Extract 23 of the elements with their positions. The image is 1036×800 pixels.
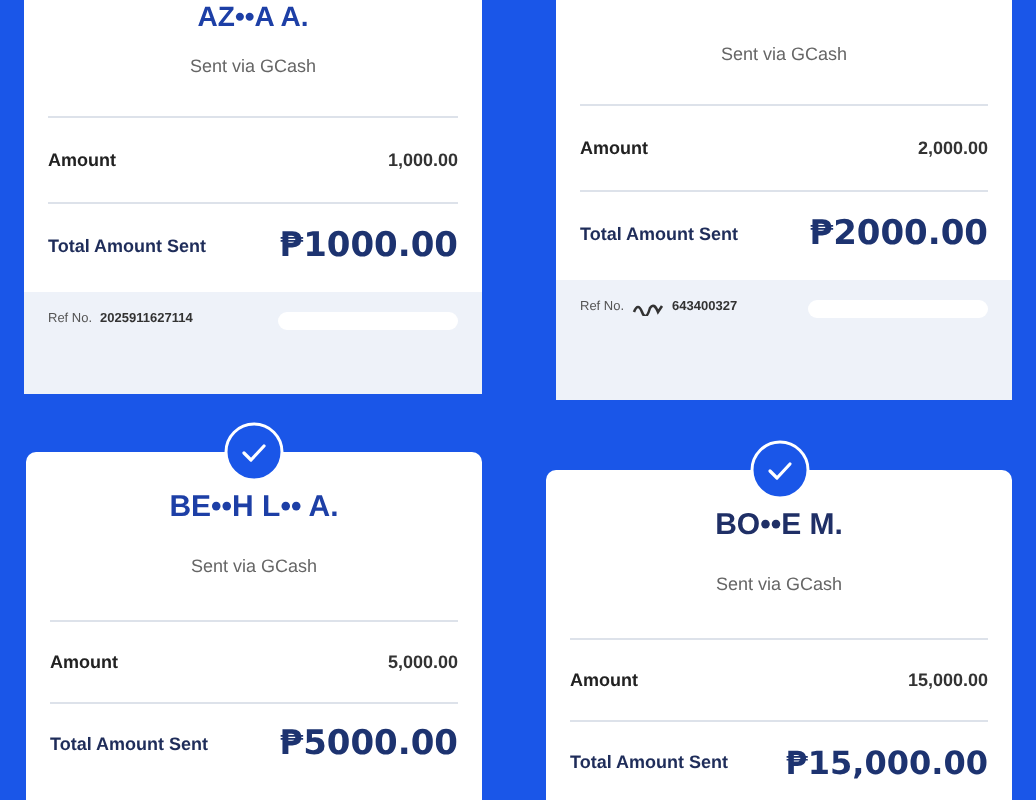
amount-value: 15,000.00 <box>907 670 988 690</box>
recipient-name: AZ••A A. <box>197 0 309 32</box>
total-label: Total Amount Sent <box>48 236 206 256</box>
total-label: Total Amount Sent <box>580 224 738 244</box>
total-amount: ₱15,000.00 <box>785 743 988 781</box>
sent-via-label: Sent via GCash <box>715 574 843 594</box>
recipient-name: BE••H L•• A. <box>169 492 339 524</box>
amount-label: Amount <box>50 652 118 672</box>
amount-value: 1,000.00 <box>387 150 458 170</box>
amount-label: Amount <box>580 138 648 158</box>
sent-via-label: Sent via GCash <box>190 556 318 576</box>
sent-via-label: Sent via GCash <box>720 44 848 64</box>
amount-value: 5,000.00 <box>387 652 458 672</box>
total-amount: ₱5000.00 <box>279 724 458 764</box>
total-amount: ₱2000.00 <box>809 214 988 254</box>
total-label: Total Amount Sent <box>570 752 728 772</box>
recipient-name: BO••E M. <box>715 510 843 542</box>
sent-via-label: Sent via GCash <box>189 56 317 76</box>
amount-label: Amount <box>570 670 638 690</box>
total-label: Total Amount Sent <box>50 734 208 754</box>
total-amount: ₱1000.00 <box>279 226 458 266</box>
amount-value: 2,000.00 <box>917 138 988 158</box>
amount-label: Amount <box>48 150 116 170</box>
